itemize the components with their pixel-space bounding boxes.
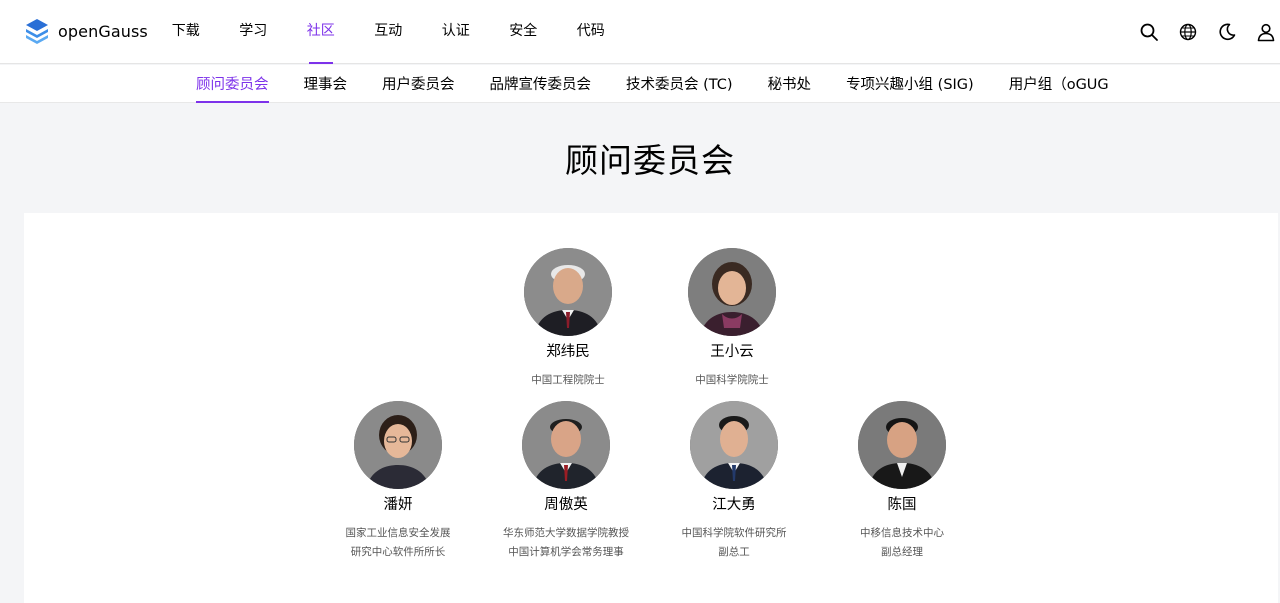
nav-item-certification[interactable]: 认证	[422, 0, 490, 64]
community-subnav: 顾问委员会 理事会 用户委员会 品牌宣传委员会 技术委员会 (TC) 秘书处 专…	[0, 65, 1280, 103]
avatar	[522, 401, 610, 489]
avatar	[858, 401, 946, 489]
header-tools	[1139, 0, 1280, 64]
tab-brand-committee[interactable]: 品牌宣传委员会	[490, 65, 592, 103]
avatar	[354, 401, 442, 489]
page-title: 顾问委员会	[565, 141, 735, 180]
tab-board[interactable]: 理事会	[304, 65, 348, 103]
nav-item-learn[interactable]: 学习	[220, 0, 288, 64]
theme-moon-icon[interactable]	[1217, 22, 1237, 42]
tab-user-committee[interactable]: 用户委员会	[382, 65, 455, 103]
member-name: 郑纬民	[546, 344, 590, 360]
member-card: 王小云 中国科学院院士	[642, 248, 822, 390]
language-icon[interactable]	[1178, 22, 1198, 42]
main-nav: 下载 学习 社区 互动 认证 安全 代码	[152, 0, 625, 64]
member-card: 陈国 中移信息技术中心 副总经理	[812, 401, 992, 562]
nav-item-security[interactable]: 安全	[490, 0, 558, 64]
member-name: 陈国	[887, 497, 917, 513]
member-name: 王小云	[710, 344, 754, 360]
tab-technical-committee[interactable]: 技术委员会 (TC)	[626, 65, 733, 103]
member-title: 中移信息技术中心 副总经理	[860, 527, 944, 558]
members-card: 郑纬民 中国工程院院士 王小云 中国科学院院士 潘妍 国家工业信息安全发展 研究…	[24, 213, 1278, 603]
avatar	[690, 401, 778, 489]
nav-item-code[interactable]: 代码	[557, 0, 625, 64]
member-card: 周傲英 华东师范大学数据学院教授 中国计算机学会常务理事	[476, 401, 656, 562]
member-card: 潘妍 国家工业信息安全发展 研究中心软件所所长	[308, 401, 488, 562]
user-icon[interactable]	[1256, 22, 1276, 42]
search-icon[interactable]	[1139, 22, 1159, 42]
member-name: 潘妍	[383, 497, 413, 513]
member-title: 华东师范大学数据学院教授 中国计算机学会常务理事	[503, 527, 629, 558]
member-title: 国家工业信息安全发展 研究中心软件所所长	[345, 527, 451, 558]
tab-user-group[interactable]: 用户组（oGUG	[1009, 65, 1109, 103]
nav-item-download[interactable]: 下载	[152, 0, 220, 64]
tab-sig[interactable]: 专项兴趣小组 (SIG)	[846, 65, 974, 103]
brand-logo[interactable]: openGauss	[22, 15, 148, 47]
opengauss-logo-icon	[26, 19, 48, 44]
nav-item-community[interactable]: 社区	[287, 0, 355, 64]
member-title: 中国科学院软件研究所 副总工	[681, 527, 787, 558]
brand-name: openGauss	[58, 21, 148, 41]
tab-secretariat[interactable]: 秘书处	[768, 65, 812, 103]
member-name: 周傲英	[544, 497, 588, 513]
avatar	[688, 248, 776, 336]
tab-advisory-committee[interactable]: 顾问委员会	[196, 65, 269, 103]
member-name: 江大勇	[712, 497, 756, 513]
member-card: 江大勇 中国科学院软件研究所 副总工	[644, 401, 824, 562]
nav-item-interaction[interactable]: 互动	[355, 0, 423, 64]
member-card: 郑纬民 中国工程院院士	[478, 248, 658, 390]
member-title: 中国工程院院士	[531, 374, 605, 386]
avatar	[524, 248, 612, 336]
top-header: openGauss 下载 学习 社区 互动 认证 安全 代码	[0, 0, 1280, 64]
member-title: 中国科学院院士	[695, 374, 769, 386]
